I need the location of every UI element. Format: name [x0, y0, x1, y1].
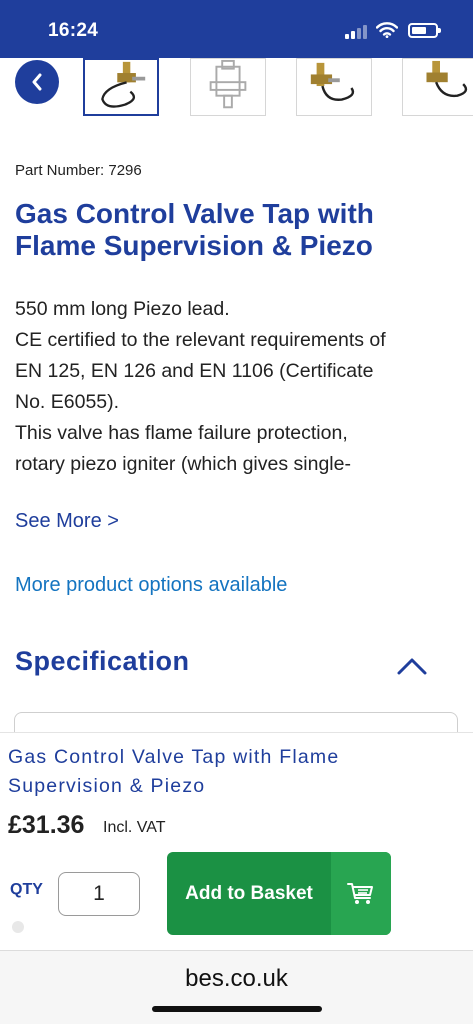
image-carousel[interactable]: [0, 58, 473, 120]
more-options-link[interactable]: More product options available: [15, 574, 287, 597]
back-button[interactable]: [15, 60, 59, 104]
specification-heading[interactable]: Specification: [15, 646, 190, 677]
description-line: No. E6055).: [15, 391, 120, 413]
thumbnail-2[interactable]: [190, 58, 266, 116]
qty-label: QTY: [10, 881, 43, 898]
home-indicator: [152, 1006, 322, 1012]
see-more-link[interactable]: See More >: [15, 510, 119, 533]
status-time: 16:24: [48, 20, 99, 41]
url-text[interactable]: bes.co.uk: [0, 965, 473, 993]
price: £31.36: [8, 811, 85, 839]
indicator-dot: [12, 921, 24, 933]
description-line: EN 125, EN 126 and EN 1106 (Certificate: [15, 360, 374, 382]
cart-icon: [347, 882, 373, 904]
add-to-basket-button[interactable]: Add to Basket: [167, 852, 391, 935]
wifi-icon: [376, 22, 398, 38]
chevron-left-icon: [32, 73, 42, 91]
thumbnail-4[interactable]: [402, 58, 473, 116]
valve-image-1: [101, 61, 146, 108]
thumbnail-1[interactable]: [83, 58, 159, 116]
description-line: CE certified to the relevant requirement…: [15, 329, 386, 351]
description-line: 550 mm long Piezo lead.: [15, 298, 230, 320]
product-description: 550 mm long Piezo lead. CE certified to …: [15, 294, 460, 480]
valve-image-2: [209, 59, 247, 109]
signal-icon: [345, 25, 367, 39]
sticky-purchase-bar: Gas Control Valve Tap with Flame Supervi…: [0, 732, 473, 952]
status-bar: 16:24: [0, 0, 473, 58]
cart-icon-container: [331, 852, 391, 935]
browser-address-bar[interactable]: bes.co.uk: [0, 950, 473, 1024]
part-number: Part Number: 7296: [15, 162, 142, 179]
add-to-basket-label: Add to Basket: [185, 883, 313, 904]
description-line: This valve has flame failure protection,: [15, 422, 348, 444]
vat-label: Incl. VAT: [103, 819, 166, 836]
thumbnail-3[interactable]: [296, 58, 372, 116]
valve-image-4: [426, 60, 468, 98]
valve-image-3: [310, 62, 355, 101]
quantity-input[interactable]: [58, 872, 140, 916]
battery-icon: [408, 23, 441, 38]
description-line: rotary piezo igniter (which gives single…: [15, 453, 351, 475]
sticky-product-title: Gas Control Valve Tap with Flame Supervi…: [8, 746, 340, 797]
product-title: Gas Control Valve Tap with Flame Supervi…: [15, 198, 374, 261]
chevron-up-icon[interactable]: [396, 656, 428, 676]
